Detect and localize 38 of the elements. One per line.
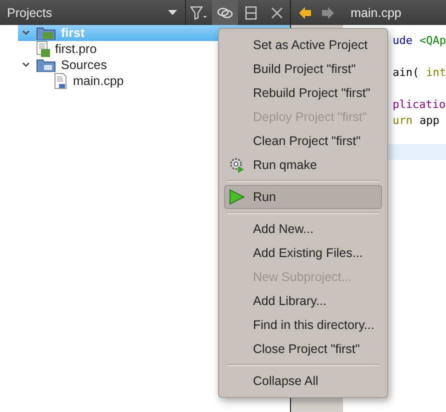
forward-arrow-icon[interactable] <box>322 6 334 18</box>
menu-item[interactable]: Find in this directory... <box>224 313 382 337</box>
code-text: plicatio <box>392 98 446 110</box>
link-button[interactable] <box>212 0 238 25</box>
dropdown-arrow-icon[interactable] <box>168 10 177 15</box>
code-text: ude <box>392 34 412 46</box>
menu-item[interactable]: Build Project "first" <box>224 57 382 81</box>
tree-item[interactable]: Sources <box>61 58 107 72</box>
menu-item[interactable]: Add Existing Files... <box>224 241 382 265</box>
code-text: <QAp <box>420 34 446 46</box>
cpp-file-icon <box>54 73 68 89</box>
close-icon <box>270 6 283 18</box>
split-icon <box>244 6 257 20</box>
menu-item[interactable]: Collapse All <box>224 369 382 393</box>
code-text: app <box>420 114 440 126</box>
menu-item[interactable]: Close Project "first" <box>224 337 382 361</box>
code-text: int <box>426 66 446 78</box>
filter-icon <box>190 6 208 20</box>
menu-item[interactable]: Run <box>224 185 382 209</box>
file-name: main.cpp <box>350 6 402 20</box>
menu-item[interactable]: Set as Active Project <box>224 33 382 57</box>
menu-item[interactable]: Add Library... <box>224 289 382 313</box>
gear-icon <box>229 157 245 173</box>
code-text: urn <box>392 114 412 126</box>
menu-item[interactable]: Clean Project "first" <box>224 129 382 153</box>
link-icon <box>216 6 233 18</box>
tree-item[interactable]: first.pro <box>55 42 97 56</box>
qt-project-folder-icon <box>36 26 56 40</box>
menu-item[interactable]: Rebuild Project "first" <box>224 81 382 105</box>
menu-item[interactable]: Run qmake <box>224 153 382 177</box>
qt-file-icon <box>36 41 50 57</box>
tree-item[interactable]: main.cpp <box>73 74 124 88</box>
run-icon <box>229 189 245 205</box>
back-arrow-icon[interactable] <box>298 6 311 18</box>
panel-title: Projects <box>6 6 54 20</box>
cpp-folder-icon <box>36 58 56 72</box>
code-text: ain( <box>392 66 420 78</box>
menu-item[interactable]: Add New... <box>224 217 382 241</box>
